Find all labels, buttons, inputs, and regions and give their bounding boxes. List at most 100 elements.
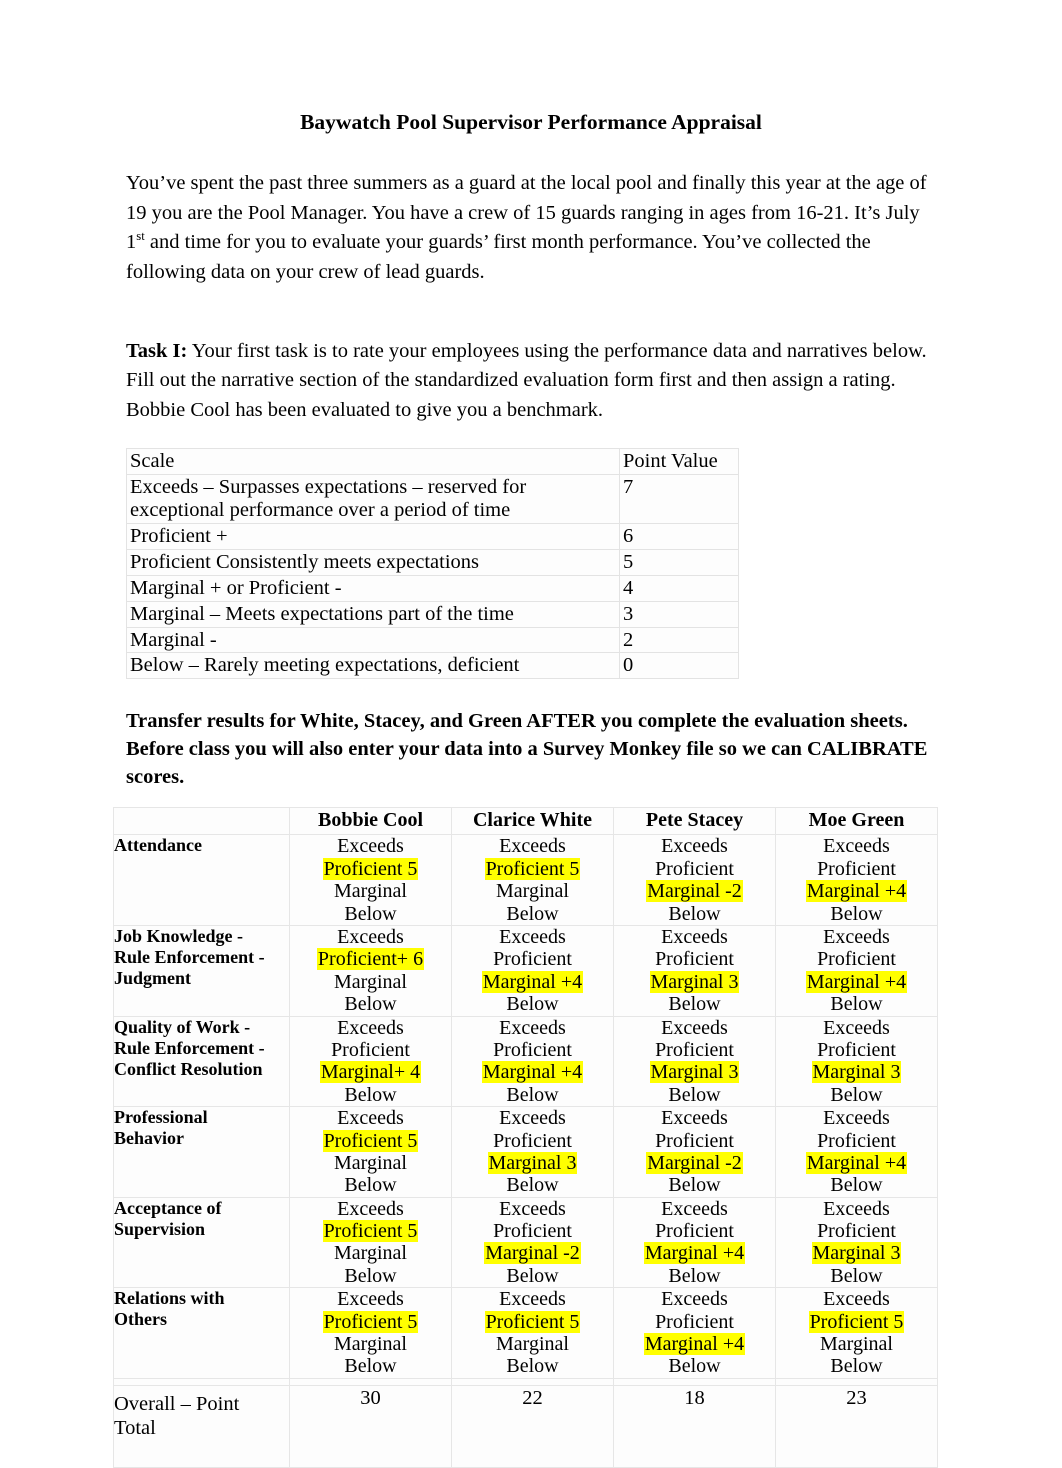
rating-cell[interactable]: Exceeds Proficient 5 Marginal Below	[775, 1287, 938, 1379]
rating-option[interactable]: Below	[776, 1174, 937, 1196]
rating-cell[interactable]: Exceeds Proficient 5 Marginal Below	[451, 1287, 614, 1379]
rating-option[interactable]: Proficient	[776, 1039, 937, 1061]
total-value[interactable]: 23	[775, 1384, 938, 1468]
rating-option[interactable]: Exceeds	[614, 1017, 775, 1039]
rating-option[interactable]: Exceeds	[452, 926, 613, 948]
rating-option[interactable]: Exceeds	[776, 1107, 937, 1129]
rating-option[interactable]: Below	[290, 1265, 451, 1287]
rating-cell[interactable]: Exceeds Proficient+ 6 Marginal Below	[289, 924, 452, 1017]
rating-option[interactable]: Exceeds	[776, 1198, 937, 1220]
rating-option[interactable]: Below	[614, 1265, 775, 1287]
rating-option[interactable]: Proficient	[614, 1311, 775, 1333]
total-value[interactable]: 18	[613, 1384, 776, 1468]
rating-option[interactable]: Exceeds	[290, 1017, 451, 1039]
rating-option[interactable]: Proficient 5	[776, 1310, 937, 1333]
rating-cell[interactable]: Exceeds Proficient Marginal 3 Below	[613, 1015, 776, 1108]
rating-option[interactable]: Below	[452, 903, 613, 925]
rating-option[interactable]: Marginal	[290, 880, 451, 902]
rating-option[interactable]: Marginal	[290, 1152, 451, 1174]
rating-option[interactable]: Exceeds	[776, 1288, 937, 1310]
rating-option[interactable]: Proficient	[776, 1220, 937, 1242]
rating-option[interactable]: Marginal	[452, 1333, 613, 1355]
rating-cell[interactable]: Exceeds Proficient Marginal -2 Below	[613, 1106, 776, 1198]
rating-option[interactable]: Below	[614, 903, 775, 925]
rating-option[interactable]: Below	[452, 1265, 613, 1287]
rating-option[interactable]: Below	[452, 1355, 613, 1377]
rating-cell[interactable]: Exceeds Proficient Marginal +4 Below	[451, 1015, 614, 1108]
rating-option[interactable]: Proficient	[452, 1220, 613, 1242]
rating-option[interactable]: Marginal +4	[776, 970, 937, 993]
rating-cell[interactable]: Exceeds Proficient Marginal 3 Below	[775, 1196, 938, 1289]
rating-option[interactable]: Marginal +4	[776, 1151, 937, 1174]
rating-option[interactable]: Proficient	[776, 1130, 937, 1152]
rating-option[interactable]: Proficient	[452, 1130, 613, 1152]
rating-option[interactable]: Exceeds	[290, 1107, 451, 1129]
rating-option[interactable]: Exceeds	[614, 1107, 775, 1129]
rating-cell[interactable]: Exceeds Proficient Marginal 3 Below	[613, 924, 776, 1017]
rating-option[interactable]: Proficient	[614, 1130, 775, 1152]
rating-option[interactable]: Marginal +4	[452, 1061, 613, 1084]
rating-option[interactable]: Marginal 3	[614, 970, 775, 993]
rating-option[interactable]: Proficient	[614, 1039, 775, 1061]
rating-option[interactable]: Exceeds	[776, 926, 937, 948]
rating-option[interactable]: Exceeds	[290, 835, 451, 857]
rating-cell[interactable]: Exceeds Proficient Marginal +4 Below	[775, 1106, 938, 1198]
rating-option[interactable]: Marginal 3	[776, 1242, 937, 1265]
rating-option[interactable]: Below	[776, 903, 937, 925]
rating-cell[interactable]: Exceeds Proficient 5 Marginal Below	[289, 1196, 452, 1289]
rating-option[interactable]: Below	[776, 1355, 937, 1377]
rating-option[interactable]: Below	[776, 993, 937, 1015]
rating-cell[interactable]: Exceeds Proficient Marginal +4 Below	[613, 1196, 776, 1289]
rating-option[interactable]: Marginal -2	[614, 880, 775, 903]
rating-option[interactable]: Marginal +4	[776, 880, 937, 903]
rating-option[interactable]: Proficient	[452, 1039, 613, 1061]
rating-option[interactable]: Below	[452, 1084, 613, 1106]
rating-option[interactable]: Marginal +4	[614, 1242, 775, 1265]
rating-option[interactable]: Below	[290, 1355, 451, 1377]
rating-option[interactable]: Below	[290, 993, 451, 1015]
rating-option[interactable]: Marginal	[290, 971, 451, 993]
rating-option[interactable]: Exceeds	[452, 835, 613, 857]
rating-option[interactable]: Below	[290, 903, 451, 925]
rating-cell[interactable]: Exceeds Proficient Marginal +4 Below	[775, 834, 938, 926]
rating-cell[interactable]: Exceeds Proficient Marginal -2 Below	[613, 834, 776, 926]
rating-option[interactable]: Exceeds	[452, 1017, 613, 1039]
rating-option[interactable]: Proficient 5	[290, 1129, 451, 1152]
rating-option[interactable]: Exceeds	[776, 835, 937, 857]
rating-option[interactable]: Proficient 5	[290, 1220, 451, 1243]
rating-cell[interactable]: Exceeds Proficient 5 Marginal Below	[289, 834, 452, 926]
rating-option[interactable]: Proficient+ 6	[290, 948, 451, 971]
rating-option[interactable]: Below	[614, 1355, 775, 1377]
rating-cell[interactable]: Exceeds Proficient 5 Marginal Below	[289, 1106, 452, 1198]
rating-option[interactable]: Exceeds	[452, 1107, 613, 1129]
rating-cell[interactable]: Exceeds Proficient Marginal -2 Below	[451, 1196, 614, 1289]
total-value[interactable]: 22	[451, 1384, 614, 1468]
rating-cell[interactable]: Exceeds Proficient Marginal 3 Below	[451, 1106, 614, 1198]
rating-option[interactable]: Exceeds	[452, 1288, 613, 1310]
rating-option[interactable]: Below	[776, 1084, 937, 1106]
rating-option[interactable]: Proficient 5	[452, 1310, 613, 1333]
rating-cell[interactable]: Exceeds Proficient Marginal +4 Below	[775, 924, 938, 1017]
rating-option[interactable]: Proficient	[452, 948, 613, 970]
rating-option[interactable]: Proficient	[776, 858, 937, 880]
rating-option[interactable]: Proficient	[614, 948, 775, 970]
rating-option[interactable]: Below	[452, 1174, 613, 1196]
rating-option[interactable]: Proficient	[614, 858, 775, 880]
rating-cell[interactable]: Exceeds Proficient Marginal 3 Below	[775, 1015, 938, 1108]
rating-option[interactable]: Marginal	[290, 1242, 451, 1264]
rating-cell[interactable]: Exceeds Proficient Marginal +4 Below	[613, 1287, 776, 1379]
rating-option[interactable]: Exceeds	[614, 1288, 775, 1310]
rating-option[interactable]: Exceeds	[290, 1198, 451, 1220]
rating-option[interactable]: Marginal	[452, 880, 613, 902]
rating-option[interactable]: Below	[614, 1084, 775, 1106]
rating-option[interactable]: Proficient 5	[290, 857, 451, 880]
rating-option[interactable]: Below	[290, 1174, 451, 1196]
rating-option[interactable]: Exceeds	[452, 1198, 613, 1220]
rating-option[interactable]: Below	[614, 993, 775, 1015]
rating-option[interactable]: Marginal 3	[614, 1061, 775, 1084]
rating-cell[interactable]: Exceeds Proficient 5 Marginal Below	[451, 834, 614, 926]
rating-option[interactable]: Proficient 5	[290, 1310, 451, 1333]
rating-option[interactable]: Marginal 3	[452, 1151, 613, 1174]
rating-option[interactable]: Marginal +4	[452, 970, 613, 993]
rating-cell[interactable]: Exceeds Proficient Marginal +4 Below	[451, 924, 614, 1017]
